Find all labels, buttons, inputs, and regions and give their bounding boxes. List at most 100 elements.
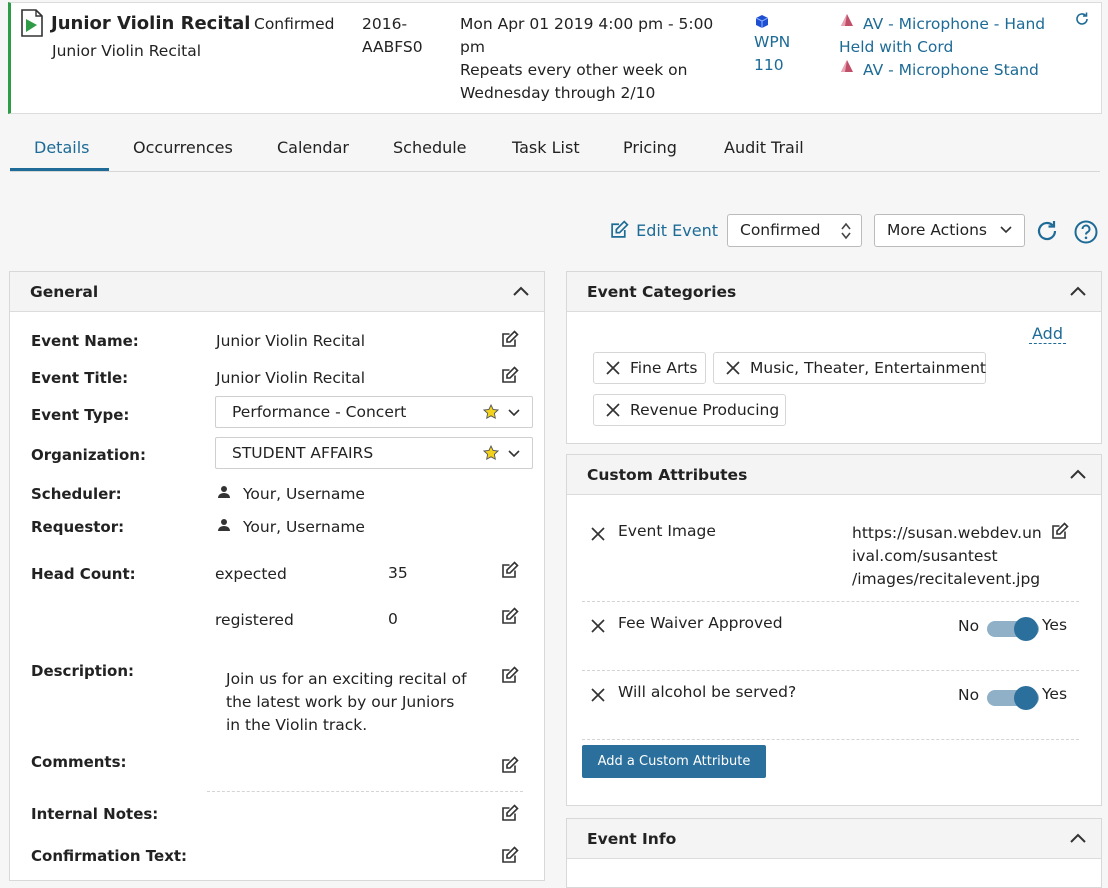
event-status: Confirmed — [254, 15, 335, 33]
alcohol-label: Will alcohol be served? — [618, 683, 797, 701]
more-actions-label: More Actions — [887, 221, 987, 239]
edit-icon[interactable] — [501, 561, 519, 579]
remove-icon[interactable] — [590, 526, 605, 541]
edit-icon — [610, 220, 629, 239]
tab-calendar[interactable]: Calendar — [277, 138, 349, 157]
event-title-label: Event Title: — [31, 369, 129, 387]
edit-icon[interactable] — [501, 756, 519, 774]
category-label: Revenue Producing — [630, 401, 780, 419]
star-icon[interactable] — [483, 445, 499, 461]
panel-title: Event Info — [587, 830, 677, 848]
event-name-label: Event Name: — [31, 332, 139, 350]
chevron-down-icon — [508, 409, 520, 417]
alcohol-no-label: No — [958, 686, 980, 704]
alcohol-toggle[interactable] — [987, 682, 1043, 710]
resource-line: AV - Microphone - Hand — [863, 15, 1046, 33]
remove-icon[interactable] — [590, 687, 605, 702]
confirmation-text-label: Confirmation Text: — [31, 847, 188, 865]
add-custom-attribute-button[interactable]: Add a Custom Attribute — [582, 745, 766, 778]
resource-link-microphone-hand[interactable]: AV - Microphone - Hand — [863, 13, 1045, 36]
category-label: Music, Theater, Entertainment — [750, 359, 986, 377]
fee-waiver-label: Fee Waiver Approved — [618, 614, 783, 632]
expected-label: expected — [215, 565, 287, 583]
add-category-link[interactable]: Add — [1029, 325, 1066, 344]
location-link[interactable]: WPN 110 — [754, 31, 790, 77]
general-panel: General Event Name: Junior Violin Recita… — [9, 271, 545, 881]
head-count-label: Head Count: — [31, 565, 136, 583]
divider — [582, 739, 1079, 740]
location-cube-icon — [756, 15, 768, 28]
description-line: in the Violin track. — [226, 716, 368, 734]
chevron-up-icon[interactable] — [1069, 282, 1087, 300]
edit-icon[interactable] — [501, 366, 519, 384]
repeat-line: Repeats every other week on — [460, 61, 688, 79]
edit-icon[interactable] — [501, 666, 519, 684]
event-info-header[interactable]: Event Info — [567, 819, 1101, 859]
user-icon — [217, 485, 231, 499]
repeat-line: Wednesday through 2/10 — [460, 84, 656, 102]
event-image-line: /images/recitalevent.jpg — [852, 570, 1041, 588]
edit-icon[interactable] — [501, 846, 519, 864]
category-chip-revenue-producing: Revenue Producing — [593, 394, 786, 426]
event-reference-line: AABFS0 — [362, 38, 423, 56]
event-categories-panel: Event Categories Add Fine Arts Music, Th… — [566, 271, 1102, 444]
remove-icon[interactable] — [606, 403, 620, 417]
tab-bar: Details Occurrences Calendar Schedule Ta… — [10, 128, 1100, 172]
star-icon[interactable] — [483, 404, 499, 420]
divider — [207, 791, 523, 792]
edit-event-button[interactable]: Edit Event — [610, 220, 718, 242]
event-reference-line: 2016- — [362, 15, 408, 33]
event-type-select[interactable]: Performance - Concert — [215, 396, 533, 428]
event-reference: 2016- AABFS0 — [362, 13, 423, 59]
event-summary-card: Junior Violin Recital Junior Violin Reci… — [8, 2, 1102, 114]
tab-details[interactable]: Details — [34, 138, 89, 157]
datetime-line: Mon Apr 01 2019 4:00 pm - 5:00 — [460, 15, 714, 33]
resource-cone-icon — [840, 60, 854, 74]
event-categories-header[interactable]: Event Categories — [567, 272, 1101, 312]
resource-link-microphone-stand[interactable]: AV - Microphone Stand — [863, 59, 1039, 82]
tab-pricing[interactable]: Pricing — [623, 138, 677, 157]
edit-icon[interactable] — [501, 804, 519, 822]
help-icon[interactable] — [1073, 219, 1099, 245]
chevron-up-icon[interactable] — [1069, 829, 1087, 847]
tab-audit-trail[interactable]: Audit Trail — [724, 138, 804, 157]
refresh-icon[interactable] — [1034, 218, 1060, 244]
fee-waiver-toggle[interactable] — [987, 613, 1043, 641]
custom-attributes-header[interactable]: Custom Attributes — [567, 455, 1101, 495]
general-panel-header[interactable]: General — [10, 272, 544, 312]
resource-link-microphone-hand-cont[interactable]: Held with Cord — [839, 36, 953, 59]
event-info-panel: Event Info — [566, 818, 1102, 888]
edit-icon[interactable] — [1051, 522, 1069, 540]
comments-label: Comments: — [31, 753, 127, 771]
remove-icon[interactable] — [590, 618, 605, 633]
event-state-value: Confirmed — [740, 221, 821, 239]
edit-icon[interactable] — [501, 330, 519, 348]
description-line: the latest work by our Juniors — [226, 693, 455, 711]
more-actions-button[interactable]: More Actions — [874, 214, 1025, 247]
event-state-select[interactable]: Confirmed — [727, 214, 862, 247]
expected-value: 35 — [388, 564, 408, 582]
chevron-up-icon[interactable] — [1069, 465, 1087, 483]
document-icon — [21, 9, 43, 37]
chevron-down-icon — [1000, 226, 1012, 234]
edit-icon[interactable] — [501, 607, 519, 625]
chevron-up-icon[interactable] — [512, 282, 530, 300]
event-name-value: Junior Violin Recital — [216, 332, 366, 350]
tab-occurrences[interactable]: Occurrences — [133, 138, 233, 157]
organization-select[interactable]: STUDENT AFFAIRS — [215, 437, 533, 469]
refresh-icon[interactable] — [1074, 11, 1090, 27]
event-type-value: Performance - Concert — [232, 403, 407, 421]
remove-icon[interactable] — [606, 361, 620, 375]
tab-task-list[interactable]: Task List — [512, 138, 580, 157]
event-image-line: ival.com/susantest — [852, 547, 998, 565]
remove-icon[interactable] — [726, 361, 740, 375]
divider — [582, 601, 1079, 602]
event-name[interactable]: Junior Violin Recital — [51, 12, 250, 35]
user-icon — [217, 518, 231, 532]
toggle-knob — [1014, 686, 1038, 710]
event-datetime: Mon Apr 01 2019 4:00 pm - 5:00 pm Repeat… — [460, 13, 713, 105]
description-label: Description: — [31, 662, 135, 680]
tab-schedule[interactable]: Schedule — [393, 138, 467, 157]
fee-waiver-yes-label: Yes — [1042, 616, 1068, 634]
updown-arrows-icon — [841, 222, 851, 240]
